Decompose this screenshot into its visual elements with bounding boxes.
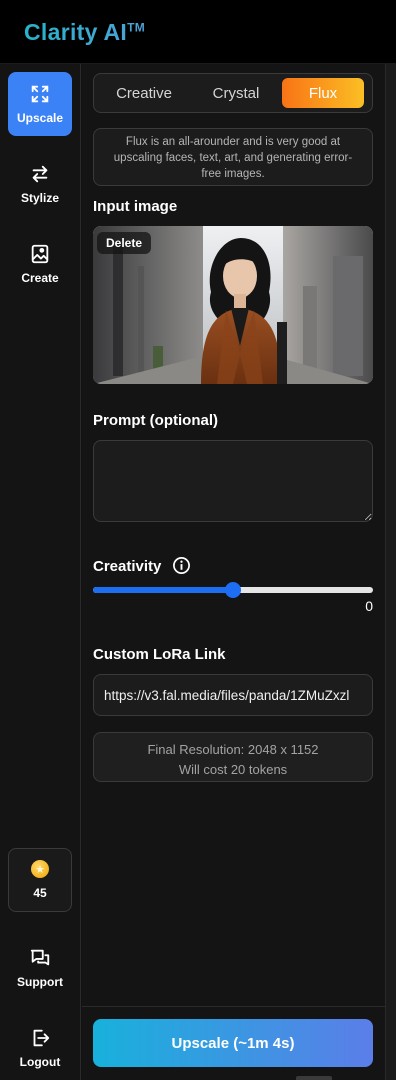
swap-arrows-icon bbox=[32, 165, 48, 183]
scrollbar[interactable] bbox=[385, 64, 396, 1080]
creativity-slider-fill bbox=[93, 587, 233, 593]
expand-arrows-icon bbox=[31, 85, 49, 103]
image-pen-icon bbox=[31, 244, 49, 264]
app-title: Clarity AI bbox=[24, 19, 128, 45]
token-balance[interactable]: ★ 45 bbox=[8, 848, 72, 912]
chat-bubbles-icon bbox=[30, 949, 50, 966]
resize-grip[interactable] bbox=[296, 1076, 332, 1080]
sidebar-item-stylize[interactable]: Stylize bbox=[8, 152, 72, 216]
creativity-slider-thumb[interactable] bbox=[225, 582, 241, 598]
sidebar-item-support[interactable]: Support bbox=[8, 936, 72, 1000]
sidebar-item-label: Create bbox=[21, 271, 59, 285]
prompt-heading: Prompt (optional) bbox=[93, 412, 218, 429]
coin-star-icon: ★ bbox=[31, 860, 49, 878]
final-resolution-text: Final Resolution: 2048 x 1152 bbox=[147, 742, 319, 757]
sidebar-item-label: Support bbox=[17, 975, 63, 989]
creativity-heading: Creativity bbox=[93, 558, 162, 575]
upscale-button[interactable]: Upscale (~1m 4s) bbox=[93, 1019, 373, 1067]
delete-image-button[interactable]: Delete bbox=[97, 232, 151, 254]
token-cost-text: Will cost 20 tokens bbox=[178, 762, 288, 777]
sidebar-item-label: Upscale bbox=[16, 111, 64, 125]
logout-icon bbox=[33, 1029, 50, 1047]
mode-flux[interactable]: Flux bbox=[282, 78, 364, 108]
mode-creative[interactable]: Creative bbox=[98, 78, 190, 108]
sidebar-item-label: Stylize bbox=[20, 191, 59, 205]
mode-selector: Creative Crystal Flux bbox=[93, 73, 373, 113]
mode-crystal[interactable]: Crystal bbox=[190, 78, 282, 108]
sidebar-item-create[interactable]: Create bbox=[8, 232, 72, 296]
creativity-value: 0 bbox=[365, 598, 373, 614]
trademark: TM bbox=[127, 20, 146, 35]
info-icon[interactable] bbox=[172, 556, 191, 575]
token-count: 45 bbox=[33, 886, 47, 900]
sidebar: Upscale Stylize Create ★ 45 Support Logo… bbox=[0, 64, 81, 1080]
lora-link-input[interactable] bbox=[93, 674, 373, 716]
input-image-heading: Input image bbox=[93, 198, 178, 215]
prompt-input[interactable] bbox=[93, 440, 373, 522]
sidebar-item-logout[interactable]: Logout bbox=[8, 1016, 72, 1080]
lora-heading: Custom LoRa Link bbox=[93, 646, 226, 663]
sidebar-item-label: Logout bbox=[19, 1055, 61, 1069]
resolution-info: Final Resolution: 2048 x 1152 Will cost … bbox=[93, 732, 373, 782]
app-logo[interactable]: Clarity AITM bbox=[24, 19, 145, 46]
mode-description: Flux is an all-arounder and is very good… bbox=[93, 128, 373, 186]
sidebar-item-upscale[interactable]: Upscale bbox=[8, 72, 72, 136]
top-bar: Clarity AITM bbox=[0, 0, 396, 64]
